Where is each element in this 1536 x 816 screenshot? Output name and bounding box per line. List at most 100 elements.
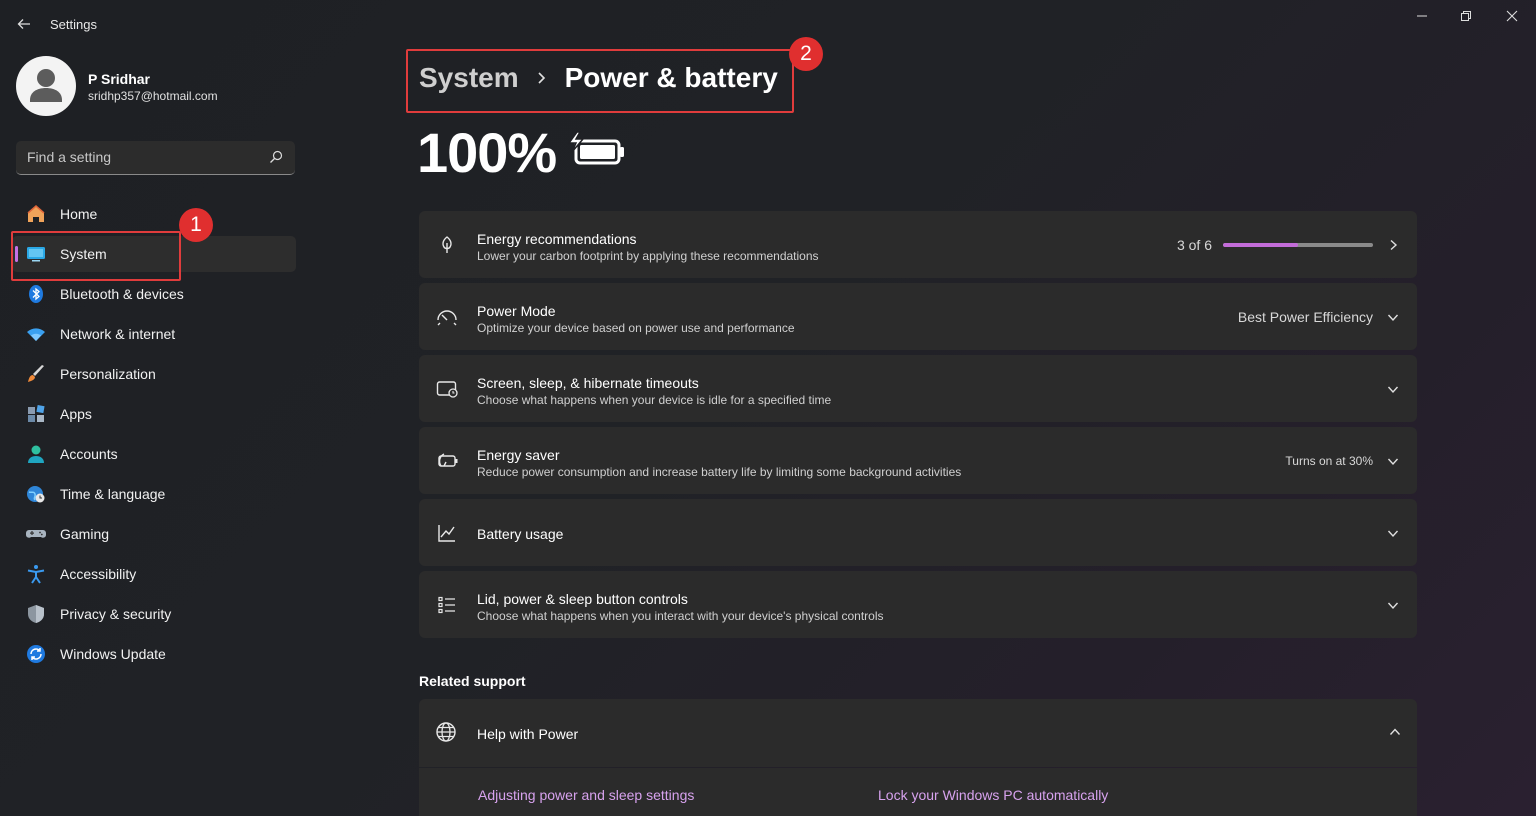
sidebar-item-bluetooth[interactable]: Bluetooth & devices bbox=[12, 276, 296, 312]
progress-bar bbox=[1223, 243, 1373, 247]
chevron-down-icon[interactable] bbox=[1385, 525, 1401, 541]
line-chart-icon bbox=[435, 521, 459, 545]
sidebar-item-label: Accessibility bbox=[60, 566, 137, 582]
sidebar-item-windows-update[interactable]: Windows Update bbox=[12, 636, 296, 672]
sidebar-item-label: Bluetooth & devices bbox=[60, 286, 184, 302]
card-subtitle: Reduce power consumption and increase ba… bbox=[477, 465, 962, 479]
app-title: Settings bbox=[50, 17, 97, 32]
sidebar-item-accounts[interactable]: Accounts bbox=[12, 436, 296, 472]
lid-controls-card[interactable]: Lid, power & sleep button controls Choos… bbox=[419, 571, 1417, 638]
help-link-power-sleep[interactable]: Adjusting power and sleep settings bbox=[478, 787, 694, 803]
update-icon bbox=[26, 644, 46, 664]
chevron-down-icon[interactable] bbox=[1385, 597, 1401, 613]
battery-charging-icon bbox=[567, 131, 624, 165]
sidebar-item-label: Gaming bbox=[60, 526, 110, 542]
screen-sleep-card[interactable]: Screen, sleep, & hibernate timeouts Choo… bbox=[419, 355, 1417, 422]
sidebar-item-label: Windows Update bbox=[60, 646, 166, 662]
bluetooth-icon bbox=[26, 284, 46, 304]
wifi-icon bbox=[26, 324, 46, 344]
accounts-icon bbox=[26, 444, 46, 464]
help-links-panel: Adjusting power and sleep settings Lock … bbox=[419, 768, 1417, 816]
apps-icon bbox=[26, 404, 46, 424]
user-profile[interactable]: P Sridhar sridhp357@hotmail.com bbox=[16, 56, 316, 118]
progress-bar-fill bbox=[1223, 243, 1298, 247]
card-title: Lid, power & sleep button controls bbox=[477, 591, 688, 607]
sidebar-item-home[interactable]: Home bbox=[12, 196, 296, 232]
card-title: Energy saver bbox=[477, 447, 560, 463]
user-silhouette-icon bbox=[30, 69, 62, 102]
sidebar-item-time-language[interactable]: Time & language bbox=[12, 476, 296, 512]
card-subtitle: Choose what happens when your device is … bbox=[477, 393, 832, 407]
chevron-down-icon[interactable] bbox=[1385, 309, 1401, 325]
sidebar-item-label: Network & internet bbox=[60, 326, 176, 342]
chevron-up-icon[interactable] bbox=[1389, 725, 1401, 743]
sidebar-item-label: Apps bbox=[60, 406, 92, 422]
card-title: Power Mode bbox=[477, 303, 556, 319]
user-email: sridhp357@hotmail.com bbox=[88, 89, 218, 103]
energy-saver-status: Turns on at 30% bbox=[1285, 453, 1373, 468]
energy-recommendations-card[interactable]: Energy recommendations Lower your carbon… bbox=[419, 211, 1417, 278]
card-title: Help with Power bbox=[477, 726, 579, 742]
battery-percentage: 100% bbox=[417, 121, 557, 184]
chevron-down-icon[interactable] bbox=[1385, 381, 1401, 397]
power-mode-card[interactable]: Power Mode Optimize your device based on… bbox=[419, 283, 1417, 350]
accessibility-icon bbox=[26, 564, 46, 584]
related-support-heading: Related support bbox=[419, 673, 526, 689]
card-title: Battery usage bbox=[477, 526, 564, 542]
restore-button[interactable] bbox=[1444, 4, 1488, 28]
sidebar-item-label: Personalization bbox=[60, 366, 156, 382]
card-subtitle: Optimize your device based on power use … bbox=[477, 321, 795, 335]
close-icon bbox=[1506, 10, 1518, 22]
gauge-icon bbox=[435, 305, 459, 329]
globe-icon bbox=[435, 721, 457, 748]
energy-saver-icon bbox=[435, 449, 459, 473]
back-arrow-icon bbox=[17, 19, 30, 29]
sidebar-item-network[interactable]: Network & internet bbox=[12, 316, 296, 352]
chevron-right-icon bbox=[1385, 237, 1401, 253]
sidebar-item-privacy[interactable]: Privacy & security bbox=[12, 596, 296, 632]
energy-saver-card[interactable]: Energy saver Reduce power consumption an… bbox=[419, 427, 1417, 494]
progress-count: 3 of 6 bbox=[1176, 236, 1212, 253]
shield-icon bbox=[26, 604, 46, 624]
search-input[interactable] bbox=[16, 141, 256, 173]
card-subtitle: Lower your carbon footprint by applying … bbox=[477, 249, 819, 263]
minimize-button[interactable] bbox=[1400, 4, 1444, 28]
sidebar-item-accessibility[interactable]: Accessibility bbox=[12, 556, 296, 592]
battery-usage-card[interactable]: Battery usage bbox=[419, 499, 1417, 566]
minimize-icon bbox=[1417, 15, 1427, 17]
search-icon[interactable] bbox=[269, 150, 283, 164]
brush-icon bbox=[26, 364, 46, 384]
help-link-lock-pc[interactable]: Lock your Windows PC automatically bbox=[878, 787, 1108, 803]
search-box bbox=[16, 141, 295, 175]
list-settings-icon bbox=[435, 593, 459, 617]
annotation-box-system bbox=[11, 231, 181, 281]
restore-icon bbox=[1461, 11, 1471, 21]
help-with-power-card[interactable]: Help with Power bbox=[419, 699, 1417, 767]
settings-window: Settings P Sridhar sridhp357@hotmail.com bbox=[0, 0, 1536, 816]
avatar bbox=[16, 56, 76, 116]
card-title: Screen, sleep, & hibernate timeouts bbox=[477, 375, 699, 391]
home-icon bbox=[26, 204, 46, 224]
screen-sleep-icon bbox=[435, 377, 459, 401]
sidebar-item-apps[interactable]: Apps bbox=[12, 396, 296, 432]
annotation-box-title bbox=[406, 49, 794, 113]
sidebar-item-label: Privacy & security bbox=[60, 606, 172, 622]
back-button[interactable] bbox=[10, 12, 38, 36]
annotation-badge-1: 1 bbox=[179, 208, 213, 242]
sidebar-item-personalization[interactable]: Personalization bbox=[12, 356, 296, 392]
leaf-icon bbox=[435, 233, 459, 257]
sidebar-item-label: Accounts bbox=[60, 446, 118, 462]
sidebar-item-label: Home bbox=[60, 206, 98, 222]
power-mode-select[interactable]: Best Power Efficiency bbox=[1238, 309, 1373, 325]
card-title: Energy recommendations bbox=[477, 231, 637, 247]
chevron-down-icon[interactable] bbox=[1385, 453, 1401, 469]
user-name: P Sridhar bbox=[88, 71, 150, 87]
close-button[interactable] bbox=[1490, 4, 1534, 28]
gamepad-icon bbox=[26, 524, 46, 544]
title-bar: Settings bbox=[0, 0, 1536, 48]
annotation-badge-2: 2 bbox=[789, 37, 823, 71]
sidebar-item-gaming[interactable]: Gaming bbox=[12, 516, 296, 552]
card-subtitle: Choose what happens when you interact wi… bbox=[477, 609, 884, 623]
sidebar-item-label: Time & language bbox=[60, 486, 166, 502]
globe-clock-icon bbox=[26, 484, 46, 504]
